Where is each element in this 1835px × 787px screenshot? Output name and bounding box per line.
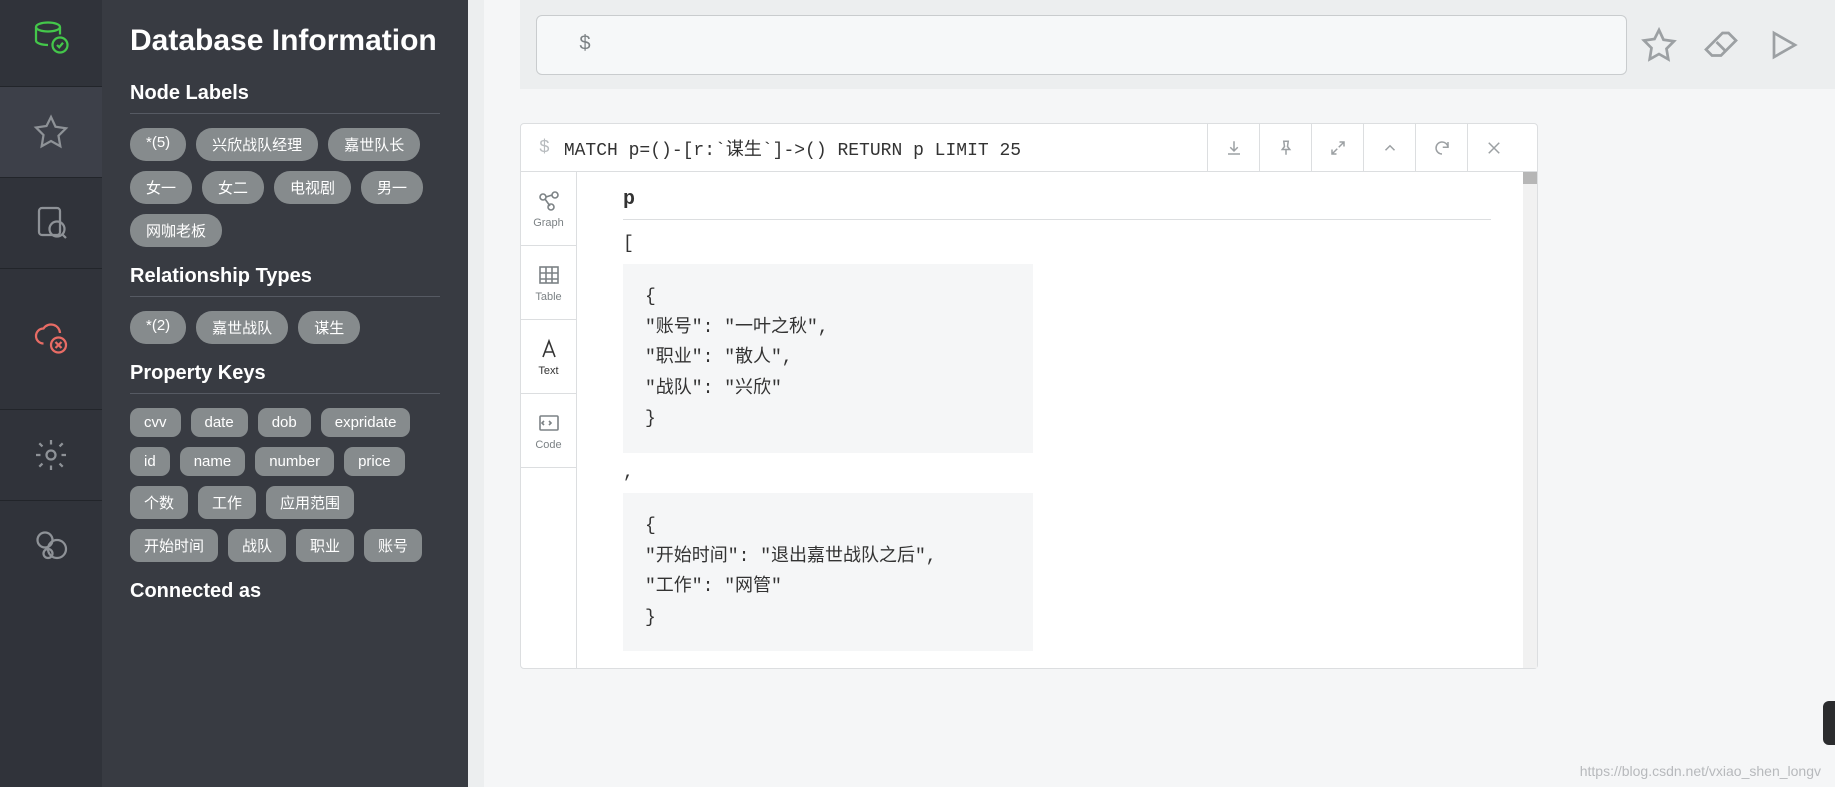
panel-title: Database Information <box>130 24 440 58</box>
play-icon[interactable] <box>1765 27 1801 63</box>
node-label-pill[interactable]: 电视剧 <box>274 171 351 204</box>
cypher-editor[interactable]: $ <box>536 15 1627 75</box>
nav-favorites[interactable] <box>0 87 102 177</box>
prop-key-pill[interactable]: 应用范围 <box>266 486 354 519</box>
node-label-pill[interactable]: 网咖老板 <box>130 214 222 247</box>
nav-settings[interactable] <box>0 410 102 500</box>
prop-key-pill[interactable]: 职业 <box>296 529 354 562</box>
prop-key-pill[interactable]: id <box>130 447 170 476</box>
node-label-pill[interactable]: 嘉世队长 <box>328 128 420 161</box>
result-header: $ MATCH p=()-[r:`谋生`]->() RETURN p LIMIT… <box>521 124 1537 172</box>
column-header: p <box>623 188 1491 220</box>
prop-keys-list: cvv date dob expridate id name number pr… <box>130 408 440 562</box>
prop-key-pill[interactable]: name <box>180 447 246 476</box>
favorite-icon[interactable] <box>1641 27 1677 63</box>
prop-key-pill[interactable]: 账号 <box>364 529 422 562</box>
prop-key-pill[interactable]: dob <box>258 408 311 437</box>
result-record: { "账号": "一叶之秋", "职业": "散人", "战队": "兴欣" } <box>623 264 1033 453</box>
prop-key-pill[interactable]: cvv <box>130 408 181 437</box>
rel-type-pill[interactable]: 谋生 <box>298 311 360 344</box>
view-rail: Graph Table Text Code <box>521 172 577 668</box>
collapse-up-icon[interactable] <box>1363 124 1415 172</box>
node-label-pill[interactable]: 兴欣战队经理 <box>196 128 318 161</box>
eraser-icon[interactable] <box>1703 27 1739 63</box>
comma: , <box>623 463 1491 483</box>
rel-type-pill[interactable]: 嘉世战队 <box>196 311 288 344</box>
node-labels-list: *(5) 兴欣战队经理 嘉世队长 女一 女二 电视剧 男一 网咖老板 <box>130 128 440 247</box>
expand-icon[interactable] <box>1311 124 1363 172</box>
rel-types-list: *(2) 嘉世战队 谋生 <box>130 311 440 344</box>
result-record: { "开始时间": "退出嘉世战队之后", "工作": "网管" } <box>623 493 1033 651</box>
editor-prompt: $ <box>579 33 591 56</box>
nav-about[interactable] <box>0 501 102 591</box>
result-card: $ MATCH p=()-[r:`谋生`]->() RETURN p LIMIT… <box>520 123 1538 669</box>
rel-types-heading: Relationship Types <box>130 265 440 288</box>
result-prompt: $ <box>539 138 550 158</box>
prop-key-pill[interactable]: 工作 <box>198 486 256 519</box>
view-tab-text[interactable]: Text <box>521 320 576 394</box>
close-icon[interactable] <box>1467 124 1519 172</box>
prop-key-pill[interactable]: 开始时间 <box>130 529 218 562</box>
prop-key-pill[interactable]: number <box>255 447 334 476</box>
db-info-panel: Database Information Node Labels *(5) 兴欣… <box>102 0 484 787</box>
main-area: $ $ MATCH p=()-[r:`谋生`]->() RETURN p LIM… <box>520 0 1835 787</box>
bracket-open: [ <box>623 234 1491 254</box>
download-icon[interactable] <box>1207 124 1259 172</box>
view-tab-graph[interactable]: Graph <box>521 172 576 246</box>
prop-key-pill[interactable]: price <box>344 447 405 476</box>
prop-key-pill[interactable]: expridate <box>321 408 411 437</box>
node-label-pill[interactable]: 男一 <box>361 171 423 204</box>
result-scrollbar[interactable] <box>1523 172 1537 668</box>
text-output[interactable]: p [ { "账号": "一叶之秋", "职业": "散人", "战队": "兴… <box>577 172 1537 668</box>
connected-as-heading: Connected as <box>130 580 440 603</box>
refresh-icon[interactable] <box>1415 124 1467 172</box>
watermark-badge <box>1823 701 1835 745</box>
view-tab-code[interactable]: Code <box>521 394 576 468</box>
nav-rail <box>0 0 102 787</box>
prop-key-pill[interactable]: date <box>191 408 248 437</box>
prop-key-pill[interactable]: 个数 <box>130 486 188 519</box>
prop-keys-heading: Property Keys <box>130 362 440 385</box>
watermark-text: https://blog.csdn.net/vxiao_shen_longv <box>1580 763 1821 779</box>
rel-type-pill[interactable]: *(2) <box>130 311 186 344</box>
node-label-pill[interactable]: *(5) <box>130 128 186 161</box>
nav-cloud[interactable] <box>0 269 102 409</box>
node-label-pill[interactable]: 女二 <box>202 171 264 204</box>
editor-bar: $ <box>520 0 1835 89</box>
prop-key-pill[interactable]: 战队 <box>228 529 286 562</box>
db-status-logo <box>33 18 69 86</box>
result-query: MATCH p=()-[r:`谋生`]->() RETURN p LIMIT 2… <box>564 135 1021 161</box>
view-tab-table[interactable]: Table <box>521 246 576 320</box>
node-labels-heading: Node Labels <box>130 82 440 105</box>
pin-icon[interactable] <box>1259 124 1311 172</box>
node-label-pill[interactable]: 女一 <box>130 171 192 204</box>
nav-documents[interactable] <box>0 178 102 268</box>
